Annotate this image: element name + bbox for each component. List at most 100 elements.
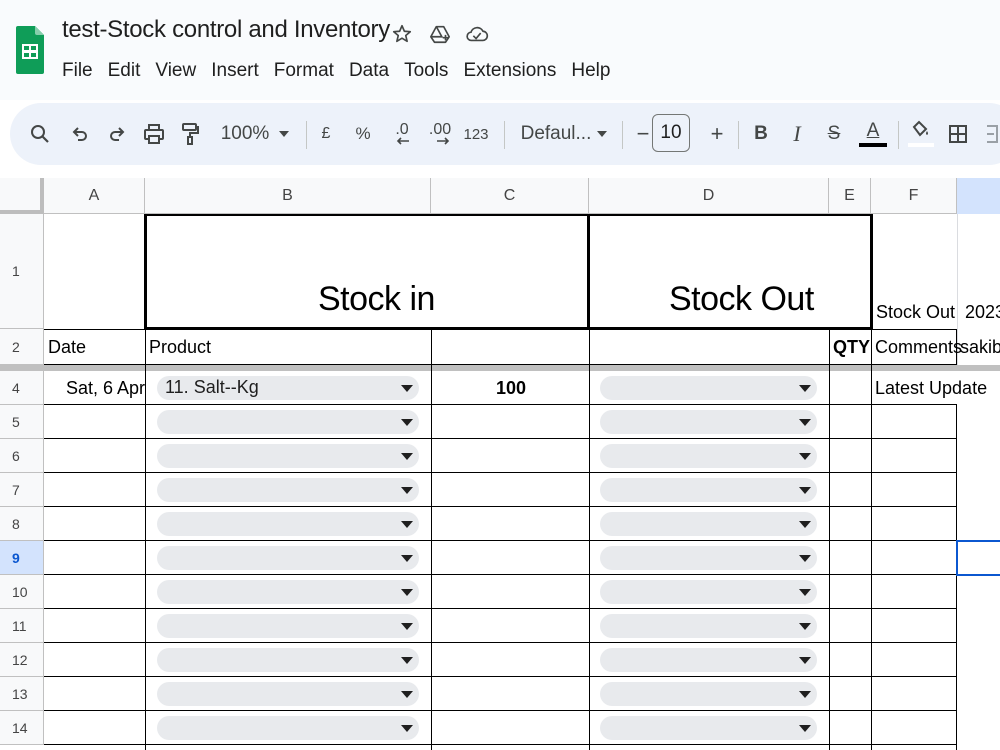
star-icon[interactable] (390, 22, 414, 46)
dropdown-arrow-icon[interactable] (401, 589, 413, 596)
product-dropdown-chip-d[interactable] (600, 376, 817, 400)
decrease-font-size-button[interactable]: − (632, 103, 654, 165)
increase-font-size-button[interactable]: + (706, 103, 728, 165)
dropdown-arrow-icon[interactable] (799, 385, 811, 392)
product-dropdown-chip-d[interactable] (600, 546, 817, 570)
menu-help[interactable]: Help (564, 58, 618, 84)
cell-f1[interactable]: Stock Out (876, 302, 955, 323)
dropdown-arrow-icon[interactable] (799, 487, 811, 494)
document-title[interactable]: test-Stock control and Inventory (62, 16, 390, 44)
zoom-dropdown-arrow-icon[interactable] (276, 103, 292, 165)
dropdown-arrow-icon[interactable] (401, 725, 413, 732)
product-dropdown-chip-b[interactable]: 11. Salt--Kg (157, 376, 419, 400)
menu-format[interactable]: Format (266, 58, 341, 84)
column-header-a[interactable]: A (44, 178, 145, 214)
row-header-12[interactable]: 12 (0, 643, 44, 677)
menu-edit[interactable]: Edit (100, 58, 148, 84)
product-dropdown-chip-d[interactable] (600, 614, 817, 638)
product-dropdown-chip-b[interactable] (157, 648, 419, 672)
product-dropdown-chip-b[interactable] (157, 546, 419, 570)
frozen-rows-divider[interactable] (0, 365, 1000, 371)
product-dropdown-chip-d[interactable] (600, 682, 817, 706)
dropdown-arrow-icon[interactable] (401, 555, 413, 562)
product-dropdown-chip-b[interactable] (157, 410, 419, 434)
italic-button[interactable]: I (786, 103, 808, 165)
percent-format-button[interactable]: % (352, 103, 374, 165)
zoom-select[interactable]: 100% (218, 103, 272, 165)
product-dropdown-chip-b[interactable] (157, 614, 419, 638)
column-header-b[interactable]: B (145, 178, 431, 214)
column-header-f[interactable]: F (871, 178, 957, 214)
cell-b2-product-header[interactable]: Product (149, 337, 211, 358)
column-header-d[interactable]: D (589, 178, 829, 214)
dropdown-arrow-icon[interactable] (799, 725, 811, 732)
dropdown-arrow-icon[interactable] (401, 419, 413, 426)
dropdown-arrow-icon[interactable] (401, 385, 413, 392)
column-header-c[interactable]: C (431, 178, 589, 214)
menu-data[interactable]: Data (341, 58, 396, 84)
stock-out-heading[interactable]: Stock Out (669, 280, 814, 319)
column-header-e[interactable]: E (829, 178, 871, 214)
dropdown-arrow-icon[interactable] (401, 487, 413, 494)
increase-decimal-button[interactable]: .00 (424, 103, 456, 165)
redo-icon[interactable] (105, 103, 129, 165)
product-dropdown-chip-d[interactable] (600, 444, 817, 468)
text-color-button[interactable]: A (858, 103, 888, 165)
undo-icon[interactable] (68, 103, 92, 165)
row-header-14[interactable]: 14 (0, 711, 44, 745)
menu-tools[interactable]: Tools (397, 58, 456, 84)
print-icon[interactable] (142, 103, 166, 165)
row-header-9[interactable]: 9 (0, 541, 44, 575)
dropdown-arrow-icon[interactable] (799, 657, 811, 664)
move-to-drive-icon[interactable] (428, 22, 452, 46)
dropdown-arrow-icon[interactable] (401, 691, 413, 698)
stock-in-heading[interactable]: Stock in (318, 280, 435, 319)
cell-g2[interactable]: sakib (960, 337, 1000, 358)
product-dropdown-chip-d[interactable] (600, 410, 817, 434)
column-header-g[interactable] (957, 178, 1000, 214)
row-header-1[interactable]: 1 (0, 214, 44, 329)
row-header-11[interactable]: 11 (0, 609, 44, 643)
row-header-2[interactable]: 2 (0, 329, 44, 365)
paint-format-icon[interactable] (178, 103, 202, 165)
sheets-logo-icon[interactable] (14, 22, 46, 77)
fill-color-icon[interactable] (906, 103, 936, 165)
select-all-corner[interactable] (0, 178, 44, 214)
product-dropdown-chip-d[interactable] (600, 478, 817, 502)
product-dropdown-chip-b[interactable] (157, 478, 419, 502)
dropdown-arrow-icon[interactable] (799, 419, 811, 426)
font-size-input[interactable]: 10 (652, 114, 690, 152)
row-header-13[interactable]: 13 (0, 677, 44, 711)
product-dropdown-chip-b[interactable] (157, 512, 419, 536)
menu-insert[interactable]: Insert (204, 58, 267, 84)
row-header-8[interactable]: 8 (0, 507, 44, 541)
search-menus-icon[interactable] (28, 103, 52, 165)
dropdown-arrow-icon[interactable] (401, 623, 413, 630)
cell-f2-comments-header[interactable]: Comments (875, 337, 962, 358)
strikethrough-button[interactable]: S (822, 103, 846, 165)
dropdown-arrow-icon[interactable] (401, 521, 413, 528)
cell-a4-date[interactable]: Sat, 6 Apr (66, 378, 145, 399)
cell-f4-comment[interactable]: Latest Update (875, 378, 987, 399)
dropdown-arrow-icon[interactable] (799, 691, 811, 698)
cell-a2-date-header[interactable]: Date (48, 337, 86, 358)
decrease-decimal-button[interactable]: .0 (388, 103, 416, 165)
row-header-4[interactable]: 4 (0, 371, 44, 405)
font-select[interactable]: Defaul... (516, 103, 596, 165)
product-dropdown-chip-d[interactable] (600, 716, 817, 740)
borders-icon[interactable] (946, 103, 970, 165)
cell-e2-qty-header[interactable]: QTY (833, 337, 870, 358)
dropdown-arrow-icon[interactable] (799, 623, 811, 630)
product-dropdown-chip-b[interactable] (157, 716, 419, 740)
row-header-6[interactable]: 6 (0, 439, 44, 473)
product-dropdown-chip-d[interactable] (600, 580, 817, 604)
product-dropdown-chip-d[interactable] (600, 648, 817, 672)
dropdown-arrow-icon[interactable] (799, 555, 811, 562)
dropdown-arrow-icon[interactable] (799, 453, 811, 460)
product-dropdown-chip-b[interactable] (157, 580, 419, 604)
font-dropdown-arrow-icon[interactable] (594, 103, 610, 165)
dropdown-arrow-icon[interactable] (799, 589, 811, 596)
row-header-5[interactable]: 5 (0, 405, 44, 439)
menu-view[interactable]: View (148, 58, 204, 84)
row-header-7[interactable]: 7 (0, 473, 44, 507)
